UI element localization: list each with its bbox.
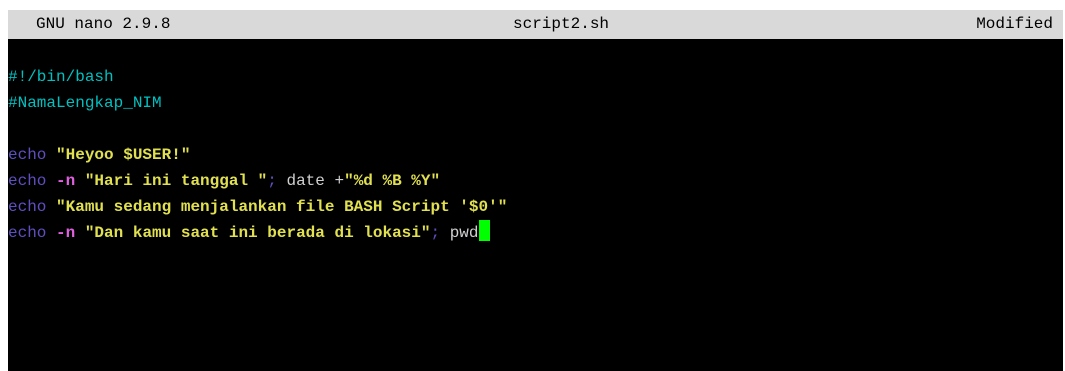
shebang-comment: #!/bin/bash xyxy=(8,68,114,86)
code-line-1[interactable]: #!/bin/bash xyxy=(8,64,1063,90)
code-line-blank[interactable] xyxy=(8,116,1063,142)
string-literal: "Hari ini tanggal " xyxy=(84,172,268,190)
modified-status: Modified xyxy=(976,15,1053,33)
semicolon: ; xyxy=(267,172,277,190)
code-line-3[interactable]: echo "Heyoo $USER!" xyxy=(8,142,1063,168)
code-line-5[interactable]: echo "Kamu sedang menjalankan file BASH … xyxy=(8,194,1063,220)
echo-keyword: echo xyxy=(8,198,47,216)
name-comment: #NamaLengkap_NIM xyxy=(8,94,162,112)
string-literal: "Kamu sedang menjalankan file BASH Scrip… xyxy=(56,198,508,216)
code-line-6[interactable]: echo -n "Dan kamu saat ini berada di lok… xyxy=(8,220,1063,246)
echo-keyword: echo xyxy=(8,172,47,190)
nano-titlebar: GNU nano 2.9.8 script2.sh Modified xyxy=(8,10,1063,39)
terminal-window[interactable]: GNU nano 2.9.8 script2.sh Modified #!/bi… xyxy=(8,10,1063,371)
editor-area[interactable]: #!/bin/bash #NamaLengkap_NIM echo "Heyoo… xyxy=(8,64,1063,246)
echo-keyword: echo xyxy=(8,146,47,164)
date-format-string: "%d %B %Y" xyxy=(344,172,441,190)
file-name: script2.sh xyxy=(513,15,610,33)
n-flag: -n xyxy=(56,224,76,242)
echo-keyword: echo xyxy=(8,224,47,242)
string-literal: "Heyoo $USER!" xyxy=(56,146,191,164)
string-literal: "Dan kamu saat ini berada di lokasi" xyxy=(84,224,431,242)
text-cursor xyxy=(478,220,490,241)
code-line-2[interactable]: #NamaLengkap_NIM xyxy=(8,90,1063,116)
semicolon: ; xyxy=(430,224,441,242)
nano-version: GNU nano 2.9.8 xyxy=(36,15,171,33)
date-command: date + xyxy=(276,172,345,190)
n-flag: -n xyxy=(56,172,76,190)
code-line-4[interactable]: echo -n "Hari ini tanggal "; date +"%d %… xyxy=(8,168,1063,194)
pwd-command: pwd xyxy=(440,224,479,242)
